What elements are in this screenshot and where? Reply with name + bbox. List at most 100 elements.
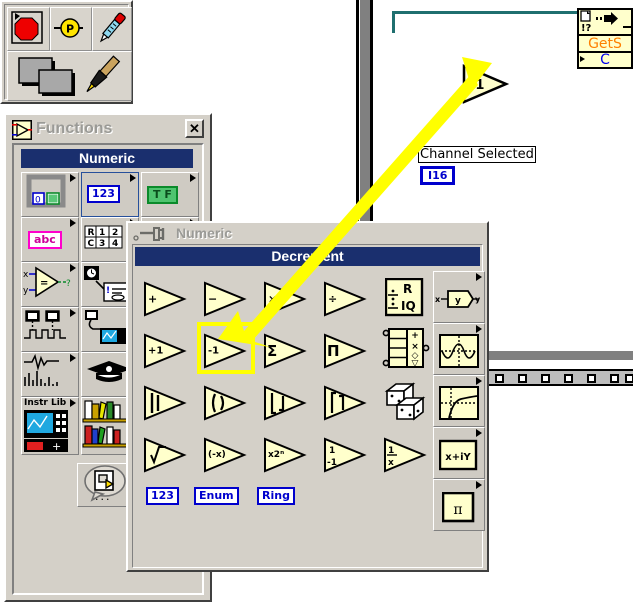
pi-icon: π <box>441 491 475 523</box>
svg-text:+: + <box>411 331 419 341</box>
sidebar-item-numeric[interactable]: 123 <box>81 172 139 217</box>
channel-selected-label: Channel Selected <box>418 146 536 163</box>
conversion-icon: x y y <box>435 290 481 308</box>
structure-tunnel[interactable] <box>518 374 527 383</box>
quotient-remainder-function[interactable]: R IQ <box>381 273 437 325</box>
functions-palette-banner: Numeric <box>21 149 193 168</box>
floor-icon <box>264 385 307 421</box>
absolute-value-function[interactable] <box>141 377 197 429</box>
pushpin-icon[interactable] <box>132 226 174 244</box>
tools-palette-inner: P <box>4 4 132 101</box>
decrement-function[interactable]: -1 <box>197 322 257 377</box>
structures-icon: 0 <box>26 174 66 208</box>
square-root-icon <box>144 437 187 473</box>
numeric-constant[interactable]: 123 <box>146 487 179 505</box>
additional-numeric-constants-palette[interactable]: π <box>433 479 485 531</box>
trigonometric-palette[interactable] <box>433 323 485 375</box>
complex-palette[interactable]: x+iY <box>433 427 485 479</box>
numeric-123-icon: 123 <box>87 185 120 203</box>
functions-palette-icon <box>12 120 32 140</box>
scale-by-power-of-2-function[interactable]: x2ⁿ <box>261 429 317 481</box>
increment-function[interactable]: +1 <box>141 325 197 377</box>
decrement-node-icon: -1 <box>462 64 510 104</box>
chevron-right-icon <box>70 219 76 227</box>
sidebar-item-string[interactable]: abc <box>21 217 79 262</box>
select-a-vi-button[interactable]: ... <box>77 463 133 507</box>
functions-palette-titlebar[interactable]: Functions ✕ <box>8 117 208 141</box>
signal-wire-horizontal[interactable] <box>392 11 577 14</box>
round-to-nearest-function[interactable] <box>201 377 257 429</box>
sidebar-item-data-acquisition[interactable] <box>21 307 79 352</box>
compound-arithmetic-icon: +× ◇▽ <box>382 328 430 369</box>
svg-text:x: x <box>23 270 29 280</box>
multiply-array-elements-label: Π <box>327 342 340 360</box>
svg-text:=: = <box>40 278 48 289</box>
sidebar-item-label: Instr Lib <box>24 398 67 408</box>
add-array-elements-label: Σ <box>267 342 278 360</box>
quotient-remainder-icon: R IQ <box>384 277 424 317</box>
add-function[interactable]: + <box>141 273 197 325</box>
set-color-tool[interactable] <box>7 51 132 101</box>
svg-text:!?: !? <box>581 23 592 34</box>
numeric-subpalette-body: Decrement + − × ÷ R IQ x y y +1 -1 Σ Π +… <box>132 244 485 568</box>
reciprocal-function[interactable]: 1 x <box>381 429 437 481</box>
svg-text:1: 1 <box>329 446 335 456</box>
get-subvi-node[interactable]: !? GetS C <box>577 8 633 69</box>
decrement-function-label: -1 <box>208 345 220 357</box>
sidebar-item-boolean[interactable]: T F <box>141 172 199 217</box>
increment-function-label: +1 <box>148 345 164 357</box>
negate-function[interactable]: (-x) <box>201 429 257 481</box>
svg-text:C: C <box>88 239 95 249</box>
color-copy-tool[interactable] <box>92 7 132 51</box>
structure-tunnel[interactable] <box>610 374 619 383</box>
structure-tunnel[interactable] <box>495 374 504 383</box>
compound-arithmetic-function[interactable]: + × ◇ ▽ <box>381 323 437 375</box>
chevron-right-icon <box>70 399 76 407</box>
boolean-tf-icon: T F <box>147 186 178 204</box>
operate-value-tool[interactable] <box>7 7 50 51</box>
svg-text:3: 3 <box>99 239 105 249</box>
red-octagon-icon <box>11 11 43 44</box>
structure-tunnel-band[interactable] <box>487 369 633 386</box>
multiply-array-elements-function[interactable]: Π <box>321 325 377 377</box>
svg-text:R: R <box>403 282 412 296</box>
round-toward-negative-infinity-function[interactable] <box>261 377 317 429</box>
add-array-elements-function[interactable]: Σ <box>261 325 317 377</box>
ring-constant[interactable]: Ring <box>257 487 295 505</box>
signal-wire-vertical[interactable] <box>392 11 395 33</box>
chevron-right-icon <box>476 325 482 333</box>
random-number-function[interactable] <box>381 375 437 427</box>
sign-function[interactable]: 1 -1 <box>321 429 377 481</box>
conversion-palette[interactable]: x y y <box>433 271 485 323</box>
ceiling-icon <box>324 385 367 421</box>
decrement-node[interactable]: -1 <box>461 63 511 110</box>
chevron-right-icon <box>476 377 482 385</box>
structure-tunnel[interactable] <box>625 374 633 383</box>
enum-constant[interactable]: Enum <box>194 487 239 505</box>
sidebar-item-analysis[interactable] <box>21 352 79 397</box>
negate-label: (-x) <box>208 450 226 460</box>
sidebar-item-instrument-library[interactable]: Instr Lib + <box>21 397 79 455</box>
sidebar-item-comparison-row[interactable]: x y = ? <box>21 262 79 307</box>
chevron-right-icon <box>70 309 76 317</box>
logarithmic-palette[interactable] <box>433 375 485 427</box>
probe-tool[interactable]: P <box>50 7 92 51</box>
svg-text:x: x <box>435 295 441 304</box>
round-toward-positive-infinity-function[interactable] <box>321 377 377 429</box>
structure-tunnel[interactable] <box>564 374 573 383</box>
structure-tunnel[interactable] <box>587 374 596 383</box>
svg-text:4: 4 <box>112 239 118 249</box>
multiply-function[interactable]: × <box>261 273 317 325</box>
numeric-subpalette-titlebar[interactable]: Numeric <box>130 225 485 243</box>
divide-function[interactable]: ÷ <box>321 273 377 325</box>
tools-palette[interactable]: P <box>0 0 133 104</box>
i16-terminal[interactable]: I16 <box>420 166 456 185</box>
square-root-function[interactable] <box>141 429 197 481</box>
structure-tunnel[interactable] <box>541 374 550 383</box>
sidebar-item-structures[interactable]: 0 <box>21 172 79 217</box>
close-icon[interactable]: ✕ <box>185 119 204 138</box>
chevron-right-icon <box>476 481 482 489</box>
subtract-function[interactable]: − <box>201 273 257 325</box>
numeric-subpalette-window[interactable]: Numeric Decrement + − × ÷ R IQ x y y +1 … <box>126 221 489 572</box>
numeric-subpalette-title: Numeric <box>176 225 233 241</box>
